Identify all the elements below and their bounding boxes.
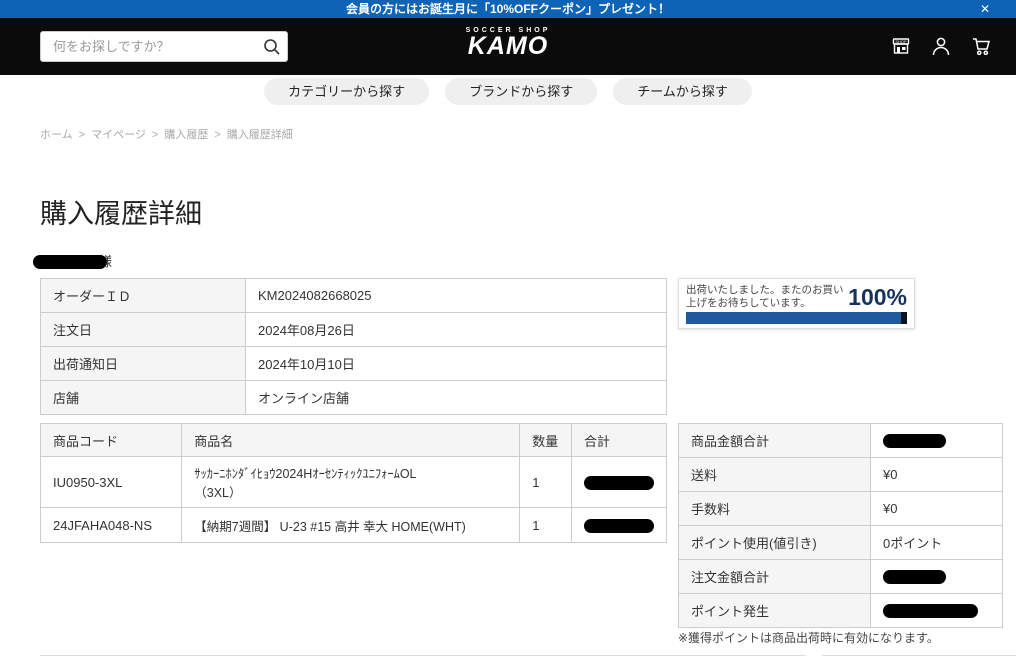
breadcrumb-history[interactable]: 購入履歴 xyxy=(164,129,208,141)
redacted-amount xyxy=(883,434,946,448)
table-row: 注文金額合計 xyxy=(679,560,1003,594)
summary-shipping-value: ¥0 xyxy=(871,458,1003,492)
table-row: ポイント発生 xyxy=(679,594,1003,628)
item-name: 【納期7週間】 U-23 #15 高井 幸大 HOME(WHT) xyxy=(182,508,520,543)
store-value: オンライン店舗 xyxy=(246,381,667,415)
redacted-item-total xyxy=(584,476,654,490)
summary-item-total-value xyxy=(871,424,1003,458)
redacted-item-total xyxy=(584,519,654,533)
customer-name: 様 xyxy=(33,251,112,267)
store-label: 店舗 xyxy=(41,381,246,415)
nav-search-by-category[interactable]: カテゴリーから探す xyxy=(264,78,429,105)
header-icons: SHOP xyxy=(888,31,994,61)
order-date-value: 2024年08月26日 xyxy=(246,313,667,347)
item-name-line2: （3XL） xyxy=(194,482,507,501)
summary-points-used-label: ポイント使用(値引き) xyxy=(679,526,871,560)
breadcrumb-separator: > xyxy=(214,129,220,141)
table-row: 送料 ¥0 xyxy=(679,458,1003,492)
shipping-progress-bar xyxy=(686,312,907,324)
ship-notice-date-label: 出荷通知日 xyxy=(41,347,246,381)
item-total xyxy=(571,508,666,543)
item-code: 24JFAHA048-NS xyxy=(41,508,182,543)
shipping-progress-percent: 100% xyxy=(848,284,907,310)
summary-points-earned-value xyxy=(871,594,1003,628)
order-id-value: KM2024082668025 xyxy=(246,279,667,313)
nav-search-by-team[interactable]: チームから探す xyxy=(613,78,752,105)
next-section-divider xyxy=(40,655,805,656)
shipping-status-box: 出荷いたしました。またのお買い上げをお待ちしています。 100% xyxy=(678,278,915,329)
shipping-progress-bar-cap xyxy=(901,312,907,324)
table-row: 商品金額合計 xyxy=(679,424,1003,458)
item-name: ｻｯｶｰﾆﾎﾝﾀﾞｲﾋｮｳ2024HｵｰｾﾝﾃｨｯｸﾕﾆﾌｫｰﾑOL （3XL） xyxy=(182,457,520,508)
table-row: 手数料 ¥0 xyxy=(679,492,1003,526)
redacted-amount xyxy=(883,604,978,618)
logo-title: KAMO xyxy=(466,32,551,61)
kamo-logo[interactable]: SOCCER SHOP KAMO xyxy=(466,27,551,61)
summary-shipping-label: 送料 xyxy=(679,458,871,492)
table-row: IU0950-3XL ｻｯｶｰﾆﾎﾝﾀﾞｲﾋｮｳ2024Hｵｰｾﾝﾃｨｯｸﾕﾆﾌ… xyxy=(41,457,667,508)
site-header: SOCCER SHOP KAMO SHOP xyxy=(0,18,1016,75)
account-icon[interactable] xyxy=(928,31,954,61)
summary-points-earned-label: ポイント発生 xyxy=(679,594,871,628)
search-icon[interactable] xyxy=(257,38,287,56)
breadcrumb: ホーム > マイページ > 購入履歴 > 購入履歴詳細 xyxy=(40,126,293,142)
order-date-label: 注文日 xyxy=(41,313,246,347)
shipping-status-message: 出荷いたしました。またのお買い上げをお待ちしています。 xyxy=(686,284,846,310)
items-header-qty: 数量 xyxy=(520,424,572,457)
order-summary-table: 商品金額合計 送料 ¥0 手数料 ¥0 ポイント使用(値引き) 0ポイント 注文… xyxy=(678,423,1003,628)
shipping-status-top: 出荷いたしました。またのお買い上げをお待ちしています。 100% xyxy=(686,284,907,310)
table-row: 出荷通知日 2024年10月10日 xyxy=(41,347,667,381)
redacted-amount xyxy=(883,570,946,584)
summary-points-used-value: 0ポイント xyxy=(871,526,1003,560)
ship-notice-date-value: 2024年10月10日 xyxy=(246,347,667,381)
summary-order-total-label: 注文金額合計 xyxy=(679,560,871,594)
category-nav: カテゴリーから探す ブランドから探す チームから探す xyxy=(0,78,1016,105)
summary-fee-label: 手数料 xyxy=(679,492,871,526)
breadcrumb-history-detail: 購入履歴詳細 xyxy=(227,129,293,141)
redacted-customer-name xyxy=(33,255,107,269)
table-row: オーダーＩＤ KM2024082668025 xyxy=(41,279,667,313)
order-id-label: オーダーＩＤ xyxy=(41,279,246,313)
promo-banner: 会員の方にはお誕生月に「10%OFFクーポン」プレゼント！ ✕ xyxy=(0,0,1016,18)
breadcrumb-mypage[interactable]: マイページ xyxy=(91,129,146,141)
summary-fee-value: ¥0 xyxy=(871,492,1003,526)
table-row: 注文日 2024年08月26日 xyxy=(41,313,667,347)
next-section-divider xyxy=(822,655,1016,656)
breadcrumb-separator: > xyxy=(79,129,85,141)
promo-banner-text: 会員の方にはお誕生月に「10%OFFクーポン」プレゼント！ xyxy=(346,0,670,18)
items-header-code: 商品コード xyxy=(41,424,182,457)
table-row: 店舗 オンライン店舗 xyxy=(41,381,667,415)
cart-icon[interactable] xyxy=(968,31,994,61)
items-header-name: 商品名 xyxy=(182,424,520,457)
nav-search-by-brand[interactable]: ブランドから探す xyxy=(445,78,597,105)
table-row: ポイント使用(値引き) 0ポイント xyxy=(679,526,1003,560)
shop-icon[interactable]: SHOP xyxy=(888,31,914,61)
summary-item-total-label: 商品金額合計 xyxy=(679,424,871,458)
items-table: 商品コード 商品名 数量 合計 IU0950-3XL ｻｯｶｰﾆﾎﾝﾀﾞｲﾋｮｳ… xyxy=(40,423,667,543)
close-icon[interactable]: ✕ xyxy=(980,0,990,18)
svg-text:SHOP: SHOP xyxy=(895,39,907,44)
item-name-line1: 【納期7週間】 U-23 #15 高井 幸大 HOME(WHT) xyxy=(194,516,507,535)
table-row: 24JFAHA048-NS 【納期7週間】 U-23 #15 高井 幸大 HOM… xyxy=(41,508,667,543)
item-code: IU0950-3XL xyxy=(41,457,182,508)
items-header-total: 合計 xyxy=(571,424,666,457)
page-title: 購入履歴詳細 xyxy=(40,192,202,231)
search-box[interactable] xyxy=(40,31,288,62)
table-header-row: 商品コード 商品名 数量 合計 xyxy=(41,424,667,457)
item-name-line1: ｻｯｶｰﾆﾎﾝﾀﾞｲﾋｮｳ2024HｵｰｾﾝﾃｨｯｸﾕﾆﾌｫｰﾑOL xyxy=(194,463,507,482)
breadcrumb-home[interactable]: ホーム xyxy=(40,129,73,141)
order-info-table: オーダーＩＤ KM2024082668025 注文日 2024年08月26日 出… xyxy=(40,278,667,415)
item-qty: 1 xyxy=(520,508,572,543)
search-input[interactable] xyxy=(41,39,257,54)
points-note: ※獲得ポイントは商品出荷時に有効になります。 xyxy=(678,629,939,646)
item-qty: 1 xyxy=(520,457,572,508)
item-total xyxy=(571,457,666,508)
summary-order-total-value xyxy=(871,560,1003,594)
breadcrumb-separator: > xyxy=(152,129,158,141)
